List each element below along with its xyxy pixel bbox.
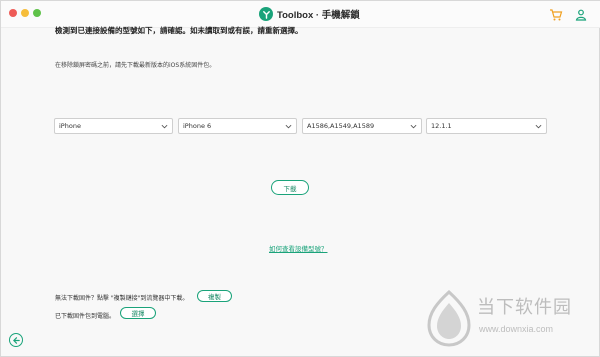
select-value: A1586,A1549,A1589	[307, 122, 375, 130]
select-firmware-button[interactable]: 選擇	[120, 307, 156, 319]
device-model-select[interactable]: iPhone 6	[178, 118, 297, 134]
watermark-url: www.downxia.com	[479, 324, 554, 334]
cannot-download-text: 無法下載固件？點擊 "複製鏈接"到流覽器中下載。	[55, 295, 189, 302]
how-to-check-model-link[interactable]: 如何查看設備型號？	[269, 243, 328, 253]
app-window: Toolbox · 手機解鎖 檢測到已連接設備的型號如下，請確認。如未讀取到或有…	[0, 0, 600, 357]
title-bar: Toolbox · 手機解鎖	[1, 1, 600, 28]
detected-model-message: 檢測到已連接設備的型號如下，請確認。如未讀取到或有誤，請重新選擇。	[55, 26, 303, 35]
watermark-logo-icon	[427, 289, 471, 347]
copy-link-button[interactable]: 複製	[197, 290, 232, 302]
select-value: iPhone 6	[183, 122, 212, 130]
chevron-down-icon	[161, 123, 168, 130]
select-value: 12.1.1	[431, 122, 452, 130]
select-value: iPhone	[59, 122, 81, 130]
download-button[interactable]: 下載	[271, 180, 309, 195]
minimize-window-button[interactable]	[21, 9, 29, 17]
app-title: Toolbox · 手機解鎖	[259, 6, 360, 22]
watermark-title: 当下软件园	[477, 297, 572, 318]
ios-version-select[interactable]: 12.1.1	[426, 118, 547, 134]
zoom-window-button[interactable]	[33, 9, 41, 17]
cart-icon[interactable]	[549, 7, 563, 21]
firmware-instruction: 在移除鎖屏密碼之前，請先下載最新版本的iOS系統固件包。	[55, 62, 216, 69]
back-button[interactable]	[9, 333, 23, 347]
downloaded-firmware-text: 已下載固件包到電腦。	[55, 313, 116, 320]
app-name: Toolbox	[277, 10, 314, 21]
title-separator: ·	[313, 10, 322, 21]
page-name: 手機解鎖	[321, 10, 360, 21]
chevron-down-icon	[410, 123, 417, 130]
chevron-down-icon	[535, 123, 542, 130]
toolbox-logo-icon	[259, 7, 273, 21]
back-arrow-icon	[12, 336, 20, 344]
model-number-select[interactable]: A1586,A1549,A1589	[302, 118, 422, 134]
chevron-down-icon	[285, 123, 292, 130]
device-type-select[interactable]: iPhone	[54, 118, 173, 134]
watermark: 当下软件园 www.downxia.com	[413, 289, 600, 351]
user-icon[interactable]	[574, 7, 588, 21]
close-window-button[interactable]	[9, 9, 17, 17]
